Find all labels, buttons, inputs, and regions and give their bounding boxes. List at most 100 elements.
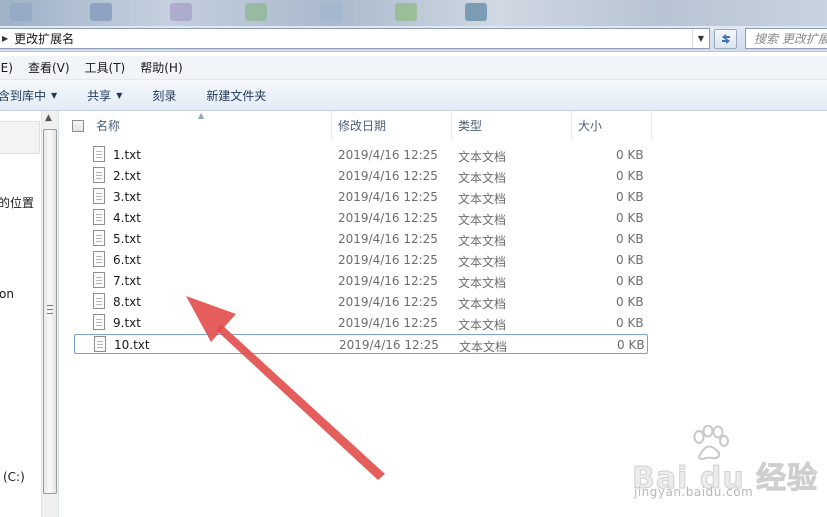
new-folder-label: 新建文件夹	[206, 88, 267, 103]
new-folder-button[interactable]: 新建文件夹	[206, 87, 266, 104]
file-type: 文本文档	[458, 213, 507, 227]
file-row[interactable]: 4.txt 2019/4/16 12:25 文本文档 0 KB	[74, 208, 648, 228]
file-modified: 2019/4/16 12:25	[338, 316, 438, 330]
file-row[interactable]: 9.txt 2019/4/16 12:25 文本文档 0 KB	[74, 313, 648, 333]
include-in-library-label: 含到库中	[0, 88, 47, 103]
chevron-down-icon: ▼	[51, 90, 58, 100]
text-file-icon	[93, 314, 105, 330]
refresh-icon	[721, 34, 730, 44]
file-name[interactable]: 3.txt	[113, 190, 141, 204]
file-row[interactable]: 1.txt 2019/4/16 12:25 文本文档 0 KB	[74, 145, 648, 165]
file-type: 文本文档	[458, 276, 507, 290]
file-name[interactable]: 2.txt	[113, 169, 141, 183]
file-type: 文本文档	[458, 297, 507, 311]
nav-item-partial[interactable]: on	[0, 287, 14, 301]
file-type: 文本文档	[459, 340, 508, 354]
file-name[interactable]: 5.txt	[113, 232, 141, 246]
chevron-down-icon: ▼	[116, 90, 123, 100]
file-type: 文本文档	[458, 234, 507, 248]
file-name[interactable]: 10.txt	[114, 338, 150, 352]
file-name[interactable]: 4.txt	[113, 211, 141, 225]
nav-scroll-thumb[interactable]	[43, 129, 57, 494]
text-file-icon	[93, 167, 105, 183]
column-modified-header[interactable]: 修改日期	[332, 111, 452, 139]
menu-help[interactable]: 帮助(H)	[140, 59, 182, 76]
file-name[interactable]: 6.txt	[113, 253, 141, 267]
nav-scrollbar[interactable]: ▲	[41, 111, 58, 517]
file-modified: 2019/4/16 12:25	[338, 274, 438, 288]
file-size: 0 KB	[616, 274, 644, 288]
address-bar[interactable]: ▶ 更改扩展名 ▼	[0, 28, 710, 49]
file-modified: 2019/4/16 12:25	[338, 169, 438, 183]
file-modified: 2019/4/16 12:25	[338, 295, 438, 309]
command-bar: 含到库中 ▼ 共享 ▼ 刻录 新建文件夹	[0, 80, 827, 111]
grip-icon	[47, 305, 53, 314]
address-history-dropdown-icon[interactable]: ▼	[692, 29, 709, 48]
nav-item-drive-c[interactable]: (C:)	[3, 470, 25, 484]
file-size: 0 KB	[616, 190, 644, 204]
text-file-icon	[93, 293, 105, 309]
column-size-header[interactable]: 大小	[572, 111, 652, 139]
file-name[interactable]: 8.txt	[113, 295, 141, 309]
nav-item-locations[interactable]: 的位置	[0, 194, 34, 211]
file-name[interactable]: 1.txt	[113, 148, 141, 162]
search-input[interactable]: 搜索 更改扩展名	[745, 28, 827, 49]
menu-tools[interactable]: 工具(T)	[85, 59, 126, 76]
text-file-icon	[93, 209, 105, 225]
breadcrumb-current-folder[interactable]: 更改扩展名	[14, 30, 74, 47]
file-size: 0 KB	[616, 232, 644, 246]
file-type: 文本文档	[458, 318, 507, 332]
include-in-library-button[interactable]: 含到库中 ▼	[0, 87, 57, 104]
file-row[interactable]: 6.txt 2019/4/16 12:25 文本文档 0 KB	[74, 250, 648, 270]
text-file-icon	[93, 251, 105, 267]
file-name[interactable]: 7.txt	[113, 274, 141, 288]
menu-bar: (E) 查看(V) 工具(T) 帮助(H)	[0, 56, 827, 80]
burn-label: 刻录	[152, 88, 177, 103]
file-row[interactable]: 5.txt 2019/4/16 12:25 文本文档 0 KB	[74, 229, 648, 249]
file-row[interactable]: 10.txt 2019/4/16 12:25 文本文档 0 KB	[74, 334, 648, 354]
column-header: 名称 ▲ 修改日期 类型 大小	[60, 111, 827, 139]
file-size: 0 KB	[616, 148, 644, 162]
nav-selected-item[interactable]	[0, 121, 40, 154]
file-modified: 2019/4/16 12:25	[338, 211, 438, 225]
menu-view[interactable]: 查看(V)	[28, 59, 70, 76]
text-file-icon	[93, 272, 105, 288]
scroll-up-icon[interactable]: ▲	[45, 113, 52, 123]
file-size: 0 KB	[616, 295, 644, 309]
text-file-icon	[93, 230, 105, 246]
file-modified: 2019/4/16 12:25	[338, 148, 438, 162]
watermark-url: jingyan.baidu.com	[634, 485, 754, 499]
file-modified: 2019/4/16 12:25	[338, 232, 438, 246]
file-size: 0 KB	[616, 169, 644, 183]
select-all-checkbox[interactable]	[72, 120, 84, 132]
file-type: 文本文档	[458, 255, 507, 269]
file-row[interactable]: 8.txt 2019/4/16 12:25 文本文档 0 KB	[74, 292, 648, 312]
file-name[interactable]: 9.txt	[113, 316, 141, 330]
file-size: 0 KB	[617, 338, 645, 352]
column-name-label: 名称	[96, 118, 121, 133]
column-type-label: 类型	[458, 118, 483, 133]
share-label: 共享	[87, 88, 112, 103]
column-size-label: 大小	[578, 118, 603, 133]
text-file-icon	[94, 336, 106, 352]
sort-ascending-icon: ▲	[198, 111, 205, 120]
file-type: 文本文档	[458, 150, 507, 164]
file-modified: 2019/4/16 12:25	[338, 190, 438, 204]
share-button[interactable]: 共享 ▼	[87, 87, 122, 104]
menu-edit[interactable]: (E)	[0, 61, 13, 75]
column-name-header[interactable]: 名称	[60, 111, 332, 139]
file-row[interactable]: 2.txt 2019/4/16 12:25 文本文档 0 KB	[74, 166, 648, 186]
breadcrumb-chevron-icon[interactable]: ▶	[2, 34, 8, 43]
column-type-header[interactable]: 类型	[452, 111, 572, 139]
burn-button[interactable]: 刻录	[152, 87, 176, 104]
text-file-icon	[93, 188, 105, 204]
file-size: 0 KB	[616, 211, 644, 225]
file-type: 文本文档	[458, 171, 507, 185]
file-row[interactable]: 7.txt 2019/4/16 12:25 文本文档 0 KB	[74, 271, 648, 291]
file-row[interactable]: 3.txt 2019/4/16 12:25 文本文档 0 KB	[74, 187, 648, 207]
baidu-watermark: Bai du 经验 jingyan.baidu.com	[631, 425, 822, 505]
text-file-icon	[93, 146, 105, 162]
file-modified: 2019/4/16 12:25	[339, 338, 439, 352]
address-row: ▶ 更改扩展名 ▼ 搜索 更改扩展名	[0, 26, 827, 52]
refresh-button[interactable]	[714, 29, 737, 49]
